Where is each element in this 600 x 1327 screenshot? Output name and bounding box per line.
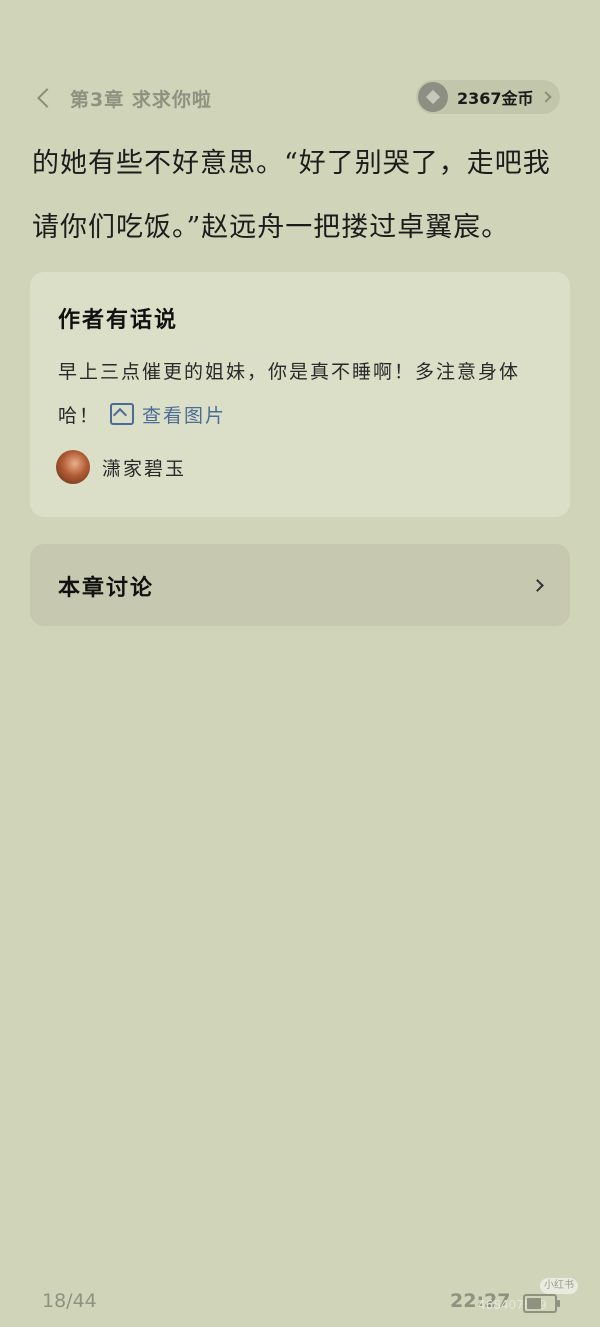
view-image-link[interactable]: 查看图片: [110, 403, 227, 427]
author-profile[interactable]: 潇家碧玉: [56, 450, 186, 484]
view-image-label: 查看图片: [142, 405, 227, 427]
body-line: 的她有些不好意思。“好了别哭了，走吧我: [32, 148, 551, 179]
chapter-discussion-button[interactable]: 本章讨论: [30, 544, 570, 626]
chapter-discussion-label: 本章讨论: [58, 576, 155, 601]
chevron-left-icon: [37, 88, 57, 108]
coin-icon: [418, 82, 448, 112]
back-button[interactable]: 第3章 求求你啦: [32, 82, 228, 114]
avatar[interactable]: [56, 450, 90, 484]
body-line: 请你们吃饭。”赵远舟一把搂过卓翼宸。: [32, 212, 510, 243]
watermark-badge: 小红书: [540, 1278, 578, 1294]
chapter-body-text: 的她有些不好意思。“好了别哭了，走吧我 请你们吃饭。”赵远舟一把搂过卓翼宸。: [32, 132, 582, 260]
coin-balance: 2367金币: [457, 89, 534, 108]
author-note-body: 早上三点催更的姐妹，你是真不睡啊！多注意身体哈！ 查看图片: [58, 350, 548, 438]
author-note-card: 作者有话说 早上三点催更的姐妹，你是真不睡啊！多注意身体哈！ 查看图片 潇家碧玉: [30, 272, 570, 517]
chevron-right-icon: [531, 579, 544, 592]
reader-header: 第3章 求求你啦 2367金币: [0, 78, 600, 118]
author-note-heading: 作者有话说: [58, 308, 179, 333]
battery-icon: [523, 1294, 560, 1313]
coin-balance-button[interactable]: 2367金币: [416, 80, 560, 114]
chevron-right-icon: [539, 91, 552, 103]
image-icon: [110, 403, 135, 425]
author-name: 潇家碧玉: [102, 457, 187, 480]
chapter-title: 第3章 求求你啦: [70, 88, 212, 111]
page-progress: 18/44: [42, 1290, 97, 1312]
